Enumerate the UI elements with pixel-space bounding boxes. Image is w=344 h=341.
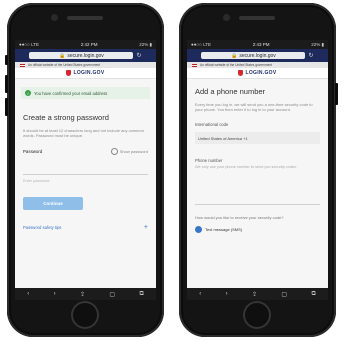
status-time: 2:43 PM <box>252 42 270 47</box>
battery-indicator: 22% ▮ <box>311 41 324 47</box>
status-bar: ●●○○ LTE 2:43 PM 22% ▮ <box>187 40 328 49</box>
sms-option-label: Text message (SMS) <box>205 227 243 232</box>
browser-url-bar: 🔒 secure.login.gov ↻ <box>15 49 156 62</box>
sms-option[interactable]: Text message (SMS) <box>195 226 320 233</box>
check-icon: ✓ <box>25 90 31 96</box>
password-tips-accordion[interactable]: Password safety tips + <box>23 224 148 231</box>
alert-text: You have confirmed your email address <box>34 90 108 96</box>
lock-icon: 🔒 <box>59 52 66 59</box>
browser-toolbar: ‹ › ⇪ ▢ ⧉ <box>187 288 328 300</box>
volume-up-button <box>5 75 8 93</box>
brand-name: LOGIN.GOV <box>245 70 277 76</box>
screen-left: ●●○○ LTE 2:42 PM 22% ▮ 🔒 secure.login.go… <box>15 40 156 300</box>
mute-switch <box>5 55 8 65</box>
tabs-icon[interactable]: ⧉ <box>311 291 315 298</box>
back-icon[interactable]: ‹ <box>199 291 201 297</box>
plus-icon[interactable]: + <box>144 224 148 231</box>
url-text: secure.login.gov <box>239 52 276 59</box>
gov-banner-text: An official website of the United States… <box>200 63 273 67</box>
home-button[interactable] <box>71 301 99 329</box>
us-flag-icon <box>20 63 25 67</box>
bookmarks-icon[interactable]: ▢ <box>109 291 115 298</box>
password-hint: Enter password <box>23 179 50 183</box>
shield-logo-icon <box>66 70 72 76</box>
carrier-signal: ●●○○ LTE <box>191 42 212 47</box>
carrier-signal: ●●○○ LTE <box>19 42 40 47</box>
browser-url-bar: 🔒 secure.login.gov ↻ <box>187 49 328 62</box>
international-code-label: International code <box>195 122 229 127</box>
brand-name: LOGIN.GOV <box>73 70 105 76</box>
international-code-value: United States of America +1 <box>198 135 248 141</box>
phone-number-label-row: Phone number <box>195 158 320 163</box>
password-form: ✓ You have confirmed your email address … <box>15 79 156 237</box>
battery-indicator: 22% ▮ <box>139 41 152 47</box>
continue-button[interactable]: Continue <box>23 197 83 210</box>
url-text: secure.login.gov <box>67 52 104 59</box>
gov-banner-text: An official website of the United States… <box>28 63 101 67</box>
page-description: It should be at least 12 characters long… <box>23 128 144 138</box>
success-alert: ✓ You have confirmed your email address <box>21 87 150 99</box>
shield-logo-icon <box>238 70 244 76</box>
phone-number-label: Phone number <box>195 158 223 163</box>
share-icon[interactable]: ⇪ <box>252 291 257 298</box>
browser-toolbar: ‹ › ⇪ ▢ ⧉ <box>15 288 156 300</box>
power-button <box>335 83 338 105</box>
back-icon[interactable]: ‹ <box>27 291 29 297</box>
phone-left: ●●○○ LTE 2:42 PM 22% ▮ 🔒 secure.login.go… <box>5 3 164 337</box>
share-icon[interactable]: ⇪ <box>80 291 85 298</box>
password-label-row: Password Show password <box>23 148 148 155</box>
reload-icon[interactable]: ↻ <box>308 52 313 59</box>
page-description: Every time you log in, we will send you … <box>195 102 313 112</box>
delivery-question: How would you like to receive your secur… <box>195 215 284 220</box>
page-title: Add a phone number <box>195 87 266 96</box>
forward-icon[interactable]: › <box>226 291 228 297</box>
us-flag-icon <box>192 63 197 67</box>
international-code-select[interactable]: United States of America +1 <box>195 132 320 144</box>
page-title: Create a strong password <box>23 113 109 122</box>
earpiece <box>239 16 275 20</box>
forward-icon[interactable]: › <box>54 291 56 297</box>
phone-number-help: We only use your phone number to send yo… <box>195 165 297 169</box>
volume-down-button <box>5 98 8 116</box>
show-password-label: Show password <box>119 149 148 154</box>
brand-header: LOGIN.GOV <box>15 68 156 79</box>
phone-number-input[interactable] <box>195 200 320 205</box>
sms-radio[interactable] <box>195 226 202 233</box>
phone-right: ●●○○ LTE 2:43 PM 22% ▮ 🔒 secure.login.go… <box>179 3 338 337</box>
address-field[interactable]: 🔒 secure.login.gov <box>201 52 306 59</box>
brand-header: LOGIN.GOV <box>187 68 328 79</box>
lock-icon: 🔒 <box>231 52 238 59</box>
front-camera <box>51 14 58 21</box>
earpiece <box>67 16 103 20</box>
password-input[interactable] <box>23 158 148 175</box>
phone-form: Add a phone number Every time you log in… <box>187 79 328 239</box>
status-bar: ●●○○ LTE 2:42 PM 22% ▮ <box>15 40 156 49</box>
status-time: 2:42 PM <box>80 42 98 47</box>
show-password-checkbox[interactable] <box>110 148 118 155</box>
reload-icon[interactable]: ↻ <box>136 52 141 59</box>
password-label: Password <box>23 149 43 154</box>
home-button[interactable] <box>243 301 271 329</box>
show-password-toggle[interactable]: Show password <box>110 148 148 155</box>
bookmarks-icon[interactable]: ▢ <box>281 291 287 298</box>
address-field[interactable]: 🔒 secure.login.gov <box>29 52 134 59</box>
tabs-icon[interactable]: ⧉ <box>139 291 143 298</box>
front-camera <box>223 14 230 21</box>
screen-right: ●●○○ LTE 2:43 PM 22% ▮ 🔒 secure.login.go… <box>187 40 328 300</box>
password-tips-link[interactable]: Password safety tips <box>23 225 61 230</box>
